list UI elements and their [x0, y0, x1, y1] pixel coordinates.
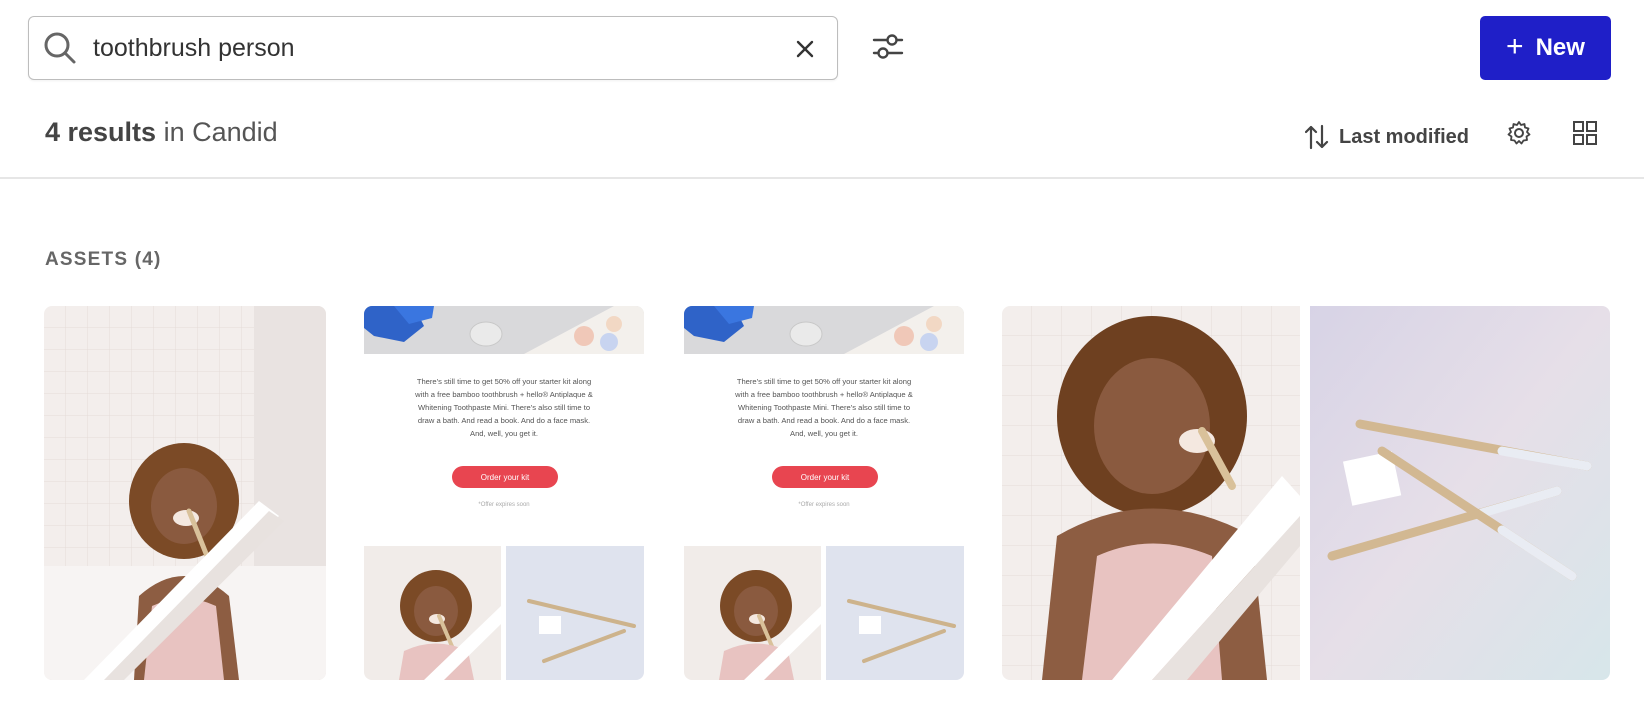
search-box[interactable]: [28, 16, 838, 80]
results-count: 4 results: [45, 117, 157, 147]
email-body-line: There's still time to get 50% off your s…: [737, 377, 911, 386]
email-body-line: draw a bath. And read a book. And do a f…: [738, 416, 910, 425]
sort-label: Last modified: [1339, 125, 1470, 148]
grid-view-icon[interactable]: [1572, 120, 1598, 146]
email-body-line: There's still time to get 50% off your s…: [417, 377, 591, 386]
email-footnote: *Offer expires soon: [798, 502, 849, 508]
clear-search-icon[interactable]: [793, 37, 817, 61]
asset-card[interactable]: [1002, 306, 1610, 680]
email-body-line: Whitening Toothpaste Mini. There's also …: [418, 403, 590, 412]
asset-card[interactable]: [44, 306, 326, 680]
asset-thumbnail-email: There's still time to get 50% off your s…: [684, 306, 964, 680]
email-body-line: with a free bamboo toothbrush + hello® A…: [734, 390, 913, 399]
header-divider: [0, 177, 1644, 179]
gear-icon[interactable]: [1506, 120, 1532, 146]
results-scope: in Candid: [163, 117, 278, 147]
filter-sliders-icon[interactable]: [870, 28, 906, 64]
new-button-label: New: [1535, 34, 1585, 61]
plus-icon: +: [1506, 30, 1524, 63]
email-cta-label: Order your kit: [801, 473, 850, 482]
email-body-line: with a free bamboo toothbrush + hello® A…: [414, 390, 593, 399]
asset-thumbnail-email: There's still time to get 50% off your s…: [364, 306, 644, 680]
search-input[interactable]: [93, 27, 793, 69]
sort-arrows-icon: [1305, 124, 1329, 150]
search-icon: [44, 32, 76, 64]
results-header: 4 results in Candid Last modified: [0, 105, 1644, 175]
asset-thumbnail-image: [1002, 306, 1610, 680]
email-body-line: And, well, you get it.: [470, 429, 538, 438]
new-button[interactable]: + New: [1480, 16, 1611, 80]
sort-control[interactable]: Last modified: [1305, 120, 1469, 154]
email-footnote: *Offer expires soon: [478, 502, 529, 508]
email-cta-label: Order your kit: [481, 473, 530, 482]
email-body-line: Whitening Toothpaste Mini. There's also …: [738, 403, 910, 412]
email-body-line: And, well, you get it.: [790, 429, 858, 438]
top-bar: + New: [0, 0, 1644, 95]
results-summary: 4 results in Candid: [45, 117, 278, 148]
asset-card[interactable]: There's still time to get 50% off your s…: [364, 306, 644, 680]
asset-card[interactable]: There's still time to get 50% off your s…: [684, 306, 964, 680]
assets-section-title: ASSETS (4): [45, 249, 162, 270]
asset-thumbnail-image: [44, 306, 326, 680]
email-body-line: draw a bath. And read a book. And do a f…: [418, 416, 590, 425]
